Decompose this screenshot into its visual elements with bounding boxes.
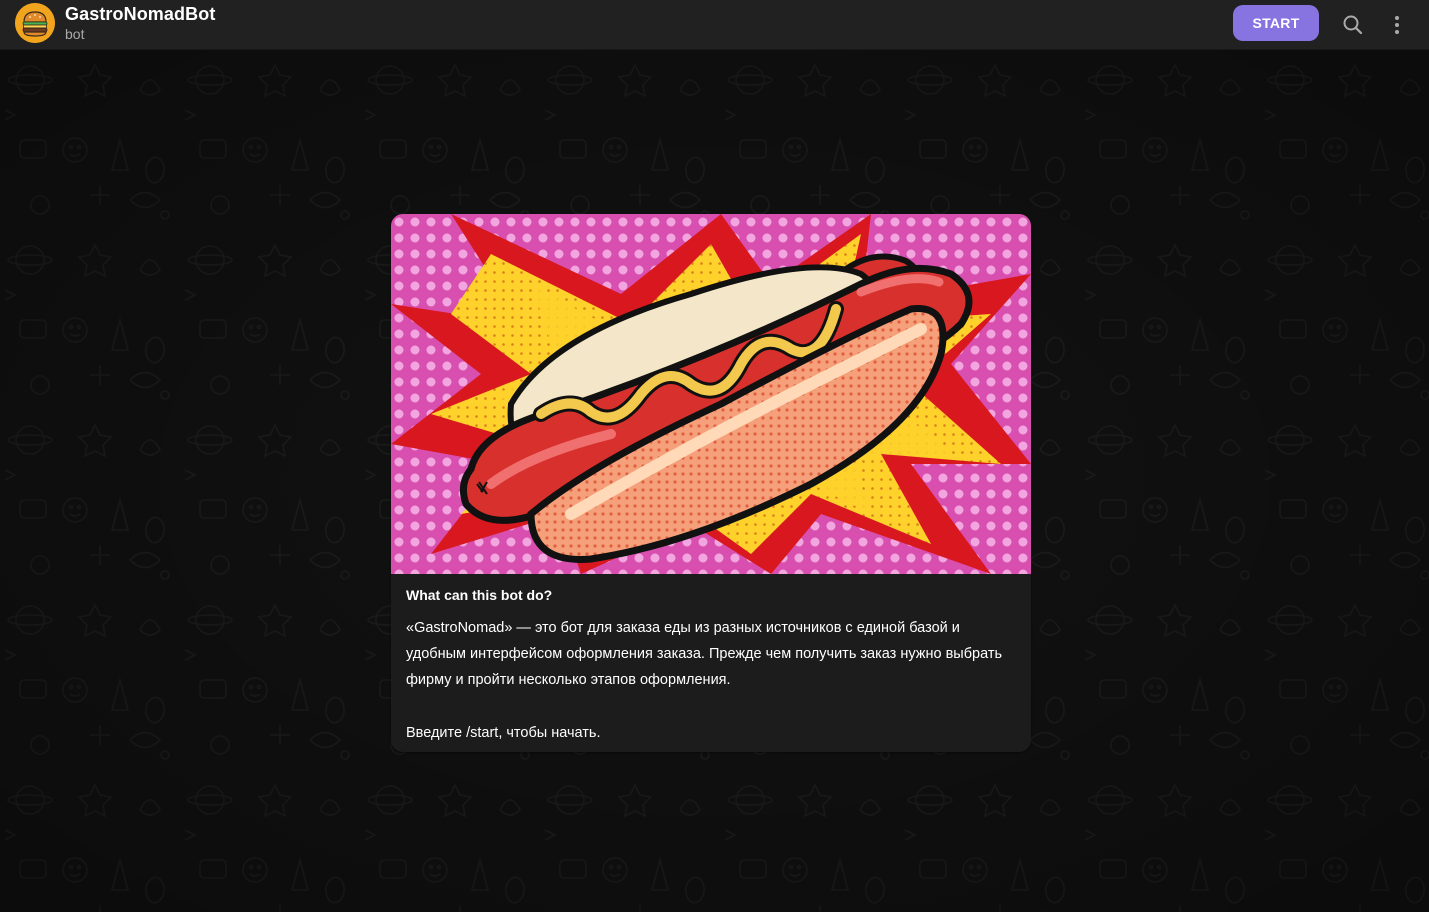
chat-title[interactable]: GastroNomadBot	[65, 4, 215, 25]
search-icon[interactable]	[1337, 9, 1369, 41]
hot-dog-illustration	[391, 214, 1031, 574]
burger-icon[interactable]	[15, 3, 55, 43]
chat-header: GastroNomadBot bot START	[0, 0, 1429, 50]
more-vertical-icon[interactable]	[1381, 9, 1413, 41]
bot-info-heading: What can this bot do?	[406, 587, 553, 603]
start-button[interactable]: START	[1233, 5, 1319, 41]
bot-start-hint: Введите /start, чтобы начать.	[406, 725, 601, 741]
chat-subtitle: bot	[65, 26, 85, 42]
bot-description: «GastroNomad» — это бот для заказа еды и…	[406, 620, 1003, 688]
bot-info-body: What can this bot do? «GastroNomad» — эт…	[391, 574, 1031, 746]
telegram-chat-window: GastroNomadBot bot START What can this b…	[0, 0, 1429, 912]
bot-info-card: What can this bot do? «GastroNomad» — эт…	[391, 214, 1031, 752]
